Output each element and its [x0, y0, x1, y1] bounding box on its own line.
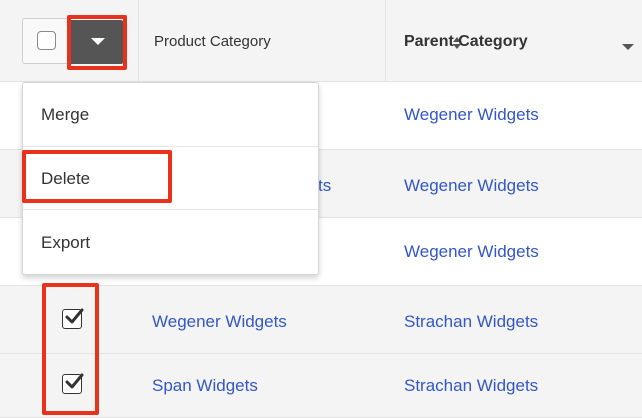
row-checkbox[interactable] — [62, 373, 84, 394]
parent-category-link[interactable]: Wegener Widgets — [404, 242, 539, 262]
table-row: Wegener Widgets Strachan Widgets — [0, 286, 642, 354]
menu-item-label: Delete — [41, 169, 91, 188]
menu-item-export[interactable]: Export — [23, 211, 318, 275]
product-category-link[interactable]: Span Widgets — [152, 376, 258, 396]
mass-action-menu: Merge Delete Export — [22, 82, 319, 275]
product-category-link[interactable]: ts — [318, 176, 331, 196]
select-all-checkbox[interactable] — [37, 31, 56, 50]
mass-action-dropdown-button[interactable] — [71, 20, 123, 64]
parent-category-link[interactable]: Strachan Widgets — [404, 376, 538, 396]
menu-item-merge[interactable]: Merge — [23, 83, 318, 147]
header-divider — [138, 0, 139, 82]
caret-down-icon — [91, 38, 105, 45]
table-row: Span Widgets Strachan Widgets — [0, 354, 642, 418]
checkmark-icon — [65, 373, 84, 389]
menu-item-label: Merge — [41, 105, 90, 124]
parent-category-link[interactable]: Wegener Widgets — [404, 105, 539, 125]
column-header-parent-category[interactable]: Parent Category — [404, 33, 528, 51]
product-category-link[interactable]: Wegener Widgets — [152, 312, 287, 332]
menu-item-label: Export — [41, 233, 91, 252]
menu-item-delete[interactable]: Delete — [23, 147, 318, 210]
column-header-product-category[interactable]: Product Category — [154, 33, 271, 51]
row-checkbox[interactable] — [62, 308, 84, 329]
parent-category-link[interactable]: Strachan Widgets — [404, 312, 538, 332]
sort-desc-icon[interactable] — [622, 44, 634, 50]
header-divider — [385, 0, 386, 82]
checkmark-icon — [65, 308, 84, 324]
parent-category-link[interactable]: Wegener Widgets — [404, 176, 539, 196]
list-view: Product Category Parent Category Wegener… — [0, 0, 642, 418]
